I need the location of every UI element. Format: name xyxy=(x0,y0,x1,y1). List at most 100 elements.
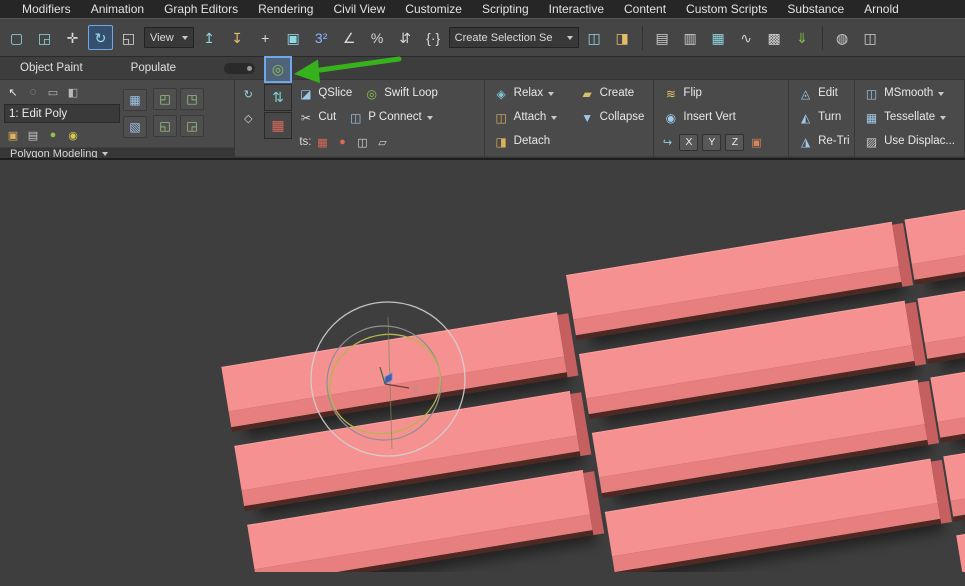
attach-button[interactable]: ◫ Attach xyxy=(489,110,573,127)
selection-set-combo[interactable]: Create Selection Se xyxy=(448,27,579,48)
edge-mode-icon[interactable]: ▭ xyxy=(44,83,62,101)
selection-set-combo-caret-icon xyxy=(566,35,573,40)
align-button[interactable]: ◨ xyxy=(610,25,635,50)
axis-z-button[interactable]: Z xyxy=(725,133,745,151)
menu-item-scripting[interactable]: Scripting xyxy=(472,2,539,16)
insert-vert-label: Insert Vert xyxy=(683,111,736,124)
menu-item-animation[interactable]: Animation xyxy=(81,2,154,16)
show-end-result-button[interactable]: ▧ xyxy=(123,116,147,138)
rectangular-selection-region-button[interactable]: ▢ xyxy=(4,25,29,50)
isolate-selection-button[interactable]: ◍ xyxy=(830,25,855,50)
turn-button[interactable]: ◭ Turn xyxy=(793,110,846,127)
constraint-edge-icon[interactable]: ● xyxy=(334,133,352,151)
repeat-last-icon[interactable]: ↻ xyxy=(239,85,257,103)
polygon-mode-icon[interactable]: ◧ xyxy=(64,83,82,101)
modify-selection-button[interactable]: ◱ xyxy=(153,115,177,137)
snap-toggle-3d-icon: 3² xyxy=(314,29,328,46)
pin-stack-button[interactable]: ▦ xyxy=(123,89,147,111)
scene-explorer-button[interactable]: ▥ xyxy=(678,25,703,50)
preview-on-icon[interactable]: ● xyxy=(44,126,62,144)
paint-selection-region-button[interactable]: ◲ xyxy=(32,25,57,50)
clipped-edge-tool-button[interactable]: ◫ xyxy=(858,25,883,50)
menu-item-modifiers[interactable]: Modifiers xyxy=(12,2,81,16)
paint-deform-button[interactable]: ◲ xyxy=(180,115,204,137)
axis-x-button[interactable]: X xyxy=(679,133,699,151)
qslice-button[interactable]: ◪ QSlice xyxy=(293,86,357,103)
modifier-stack-field[interactable]: 1: Edit Poly xyxy=(4,104,120,123)
use-selection-center-button[interactable]: ↧ xyxy=(225,25,250,50)
select-and-rotate-button[interactable]: ↻ xyxy=(88,25,113,50)
angle-snap-toggle-button[interactable]: ∠ xyxy=(337,25,362,50)
vertex-mode-icon[interactable]: ◌ xyxy=(24,83,42,101)
schematic-view-button[interactable]: ▩ xyxy=(762,25,787,50)
p-connect-button[interactable]: ◫ P Connect xyxy=(343,110,438,127)
axis-y-button[interactable]: Y xyxy=(702,133,722,151)
menu-item-civil-view[interactable]: Civil View xyxy=(323,2,395,16)
cut-button[interactable]: ✂ Cut xyxy=(293,110,341,127)
detach-button[interactable]: ◨ Detach xyxy=(489,134,555,151)
menu-item-custom-scripts[interactable]: Custom Scripts xyxy=(676,2,777,16)
overlay-shift-tool-button[interactable]: ⇅ xyxy=(264,84,292,111)
swift-loop-active-button[interactable]: ◎ xyxy=(264,56,292,83)
render-import-button[interactable]: ⇓ xyxy=(790,25,815,50)
flip-button[interactable]: ≋ Flip xyxy=(658,86,707,103)
roof-slab[interactable] xyxy=(904,166,965,285)
preview-multi-icon[interactable]: ◉ xyxy=(64,126,82,144)
select-and-scale-button[interactable]: ◱ xyxy=(116,25,141,50)
use-displacement-button[interactable]: ▨ Use Displac... xyxy=(859,134,960,151)
menu-item-substance[interactable]: Substance xyxy=(777,2,854,16)
constraint-face-icon[interactable]: ◫ xyxy=(354,133,372,151)
constraint-none-icon[interactable]: ▦ xyxy=(314,133,332,151)
tris-edit-button[interactable]: ◬ Edit xyxy=(793,86,843,103)
menu-item-interactive[interactable]: Interactive xyxy=(539,2,614,16)
menu-item-arnold[interactable]: Arnold xyxy=(854,2,909,16)
gizmo-axis-plane[interactable] xyxy=(384,372,393,385)
select-and-move-button[interactable]: ✛ xyxy=(60,25,85,50)
ribbon-options-pill[interactable] xyxy=(224,62,256,74)
constraints-mode-icon[interactable]: ◇ xyxy=(239,109,257,127)
insert-vert-button[interactable]: ◉ Insert Vert xyxy=(658,110,740,127)
use-pivot-point-center-button[interactable]: ↥ xyxy=(197,25,222,50)
slice-plane-icon[interactable]: ▣ xyxy=(747,133,765,151)
menu-item-graph-editors[interactable]: Graph Editors xyxy=(154,2,248,16)
snap-toggle-3d-button[interactable]: 3² xyxy=(309,25,334,50)
cursor-select-icon[interactable]: ↖ xyxy=(4,83,22,101)
preview-subobject-icon[interactable]: ▣ xyxy=(4,126,22,144)
constraint-normal-icon[interactable]: ▱ xyxy=(374,133,392,151)
tab-populate[interactable]: Populate xyxy=(131,62,176,74)
curve-editor-button[interactable]: ∿ xyxy=(734,25,759,50)
mirror-button[interactable]: ◫ xyxy=(582,25,607,50)
menu-item-content[interactable]: Content xyxy=(614,2,676,16)
collapse-button[interactable]: ▼ Collapse xyxy=(575,110,650,127)
viewport[interactable]: x xyxy=(0,158,965,572)
select-and-manipulate-button[interactable]: ▣ xyxy=(281,25,306,50)
application-window: { "menubar": { "items": ["Modifiers","An… xyxy=(0,0,965,586)
reference-coordinate-dropdown[interactable]: View xyxy=(144,27,194,48)
msmooth-label: MSmooth xyxy=(884,87,934,100)
create-button[interactable]: ▰ Create xyxy=(575,86,640,103)
re-tri-button[interactable]: ◮ Re-Tri xyxy=(793,134,855,151)
spinner-snap-toggle-button[interactable]: ⇵ xyxy=(393,25,418,50)
center-crosshair-icon: + xyxy=(261,29,270,46)
use-pivot-point-center-icon: ↥ xyxy=(203,29,216,46)
generate-topology-button[interactable]: ◰ xyxy=(153,88,177,110)
menu-item-customize[interactable]: Customize xyxy=(395,2,472,16)
tessellate-button[interactable]: ▦ Tessellate xyxy=(859,110,951,127)
ribbon-toggle-button[interactable]: ▦ xyxy=(706,25,731,50)
msmooth-caret-icon xyxy=(938,92,945,96)
relax-button[interactable]: ◈ Relax xyxy=(489,86,573,103)
msmooth-button[interactable]: ◫ MSmooth xyxy=(859,86,949,103)
preview-window-icon[interactable]: ▤ xyxy=(24,126,42,144)
layer-explorer-button[interactable]: ▤ xyxy=(650,25,675,50)
slice-direction-icon[interactable]: ↪ xyxy=(658,133,676,151)
overlay-paint-tool-button[interactable]: ▦ xyxy=(264,112,292,139)
toolbar-separator xyxy=(641,25,643,50)
symmetry-tools-button[interactable]: ◳ xyxy=(180,88,204,110)
percent-snap-toggle-button[interactable]: % xyxy=(365,25,390,50)
menu-item-rendering[interactable]: Rendering xyxy=(248,2,323,16)
rotate-gizmo[interactable]: x xyxy=(300,289,480,479)
tab-object-paint[interactable]: Object Paint xyxy=(20,62,83,74)
edit-named-selection-sets-button[interactable]: {·} xyxy=(421,25,446,50)
center-crosshair-button[interactable]: + xyxy=(253,25,278,50)
swift-loop-button[interactable]: ◎ Swift Loop xyxy=(359,86,443,103)
